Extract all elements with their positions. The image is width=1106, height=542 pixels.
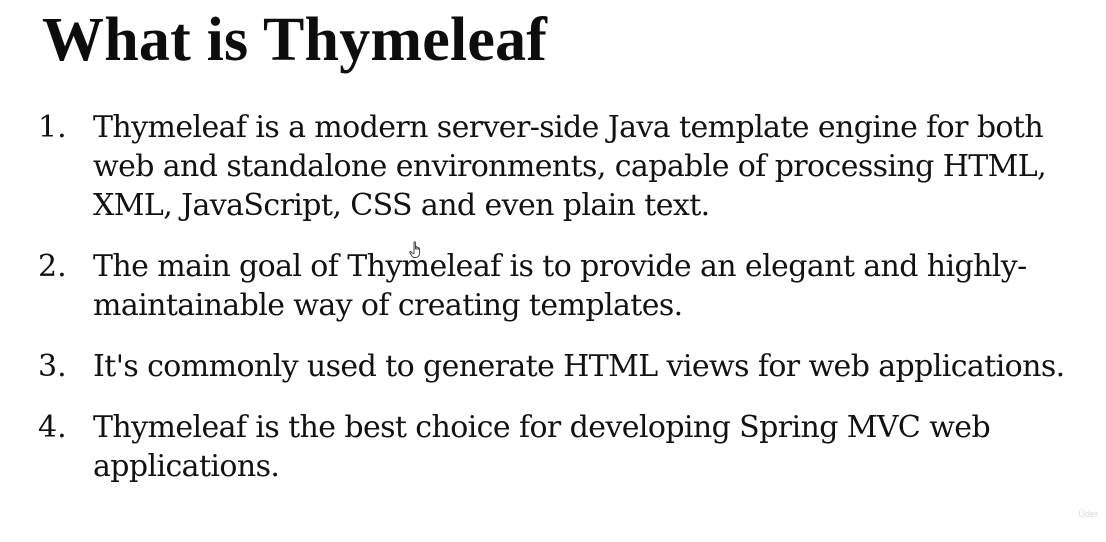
list-item: 1. Thymeleaf is a modern server-side Jav… — [38, 108, 1088, 225]
list-item-number: 1. — [38, 110, 67, 145]
hand-pointer-icon — [409, 241, 421, 258]
list-item-number: 2. — [38, 249, 67, 284]
list-item-text: Thymeleaf is the best choice for develop… — [93, 410, 991, 484]
list-item: 2. The main goal of Thymeleaf is to prov… — [38, 247, 1088, 325]
list-item-text: The main goal of Thymeleaf is to provide… — [93, 249, 1027, 323]
list-item: 3. It's commonly used to generate HTML v… — [38, 347, 1088, 386]
list-item-text: It's commonly used to generate HTML view… — [93, 349, 1065, 384]
watermark: Ùder — [1078, 509, 1098, 519]
list-item-number: 3. — [38, 349, 67, 384]
slide: What is Thymeleaf 1. Thymeleaf is a mode… — [0, 0, 1106, 542]
list-item-number: 4. — [38, 410, 67, 445]
list-item: 4. Thymeleaf is the best choice for deve… — [38, 408, 1088, 486]
list-item-text: Thymeleaf is a modern server-side Java t… — [93, 110, 1047, 223]
bullet-list: 1. Thymeleaf is a modern server-side Jav… — [38, 108, 1088, 508]
slide-title: What is Thymeleaf — [42, 6, 548, 74]
